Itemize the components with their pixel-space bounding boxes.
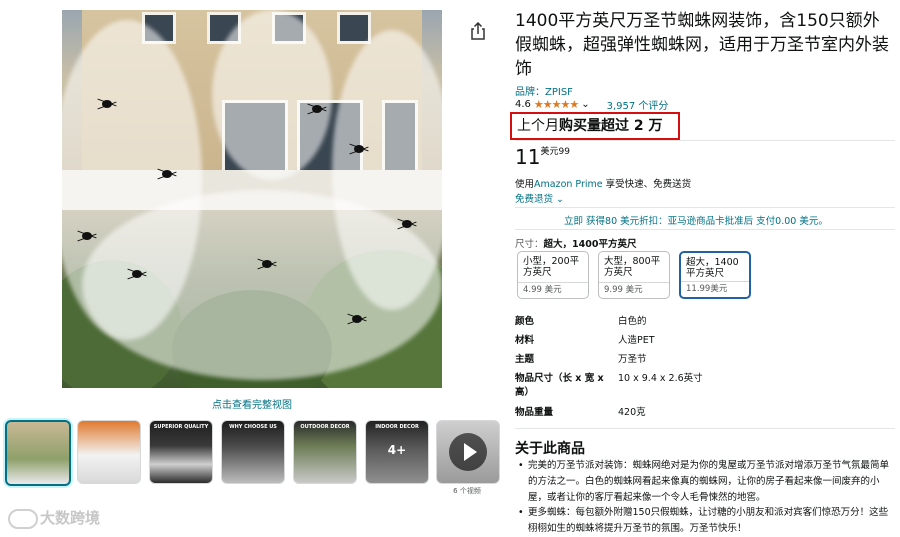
spec-value-dimensions: 10 x 9.4 x 2.6英寸 [618, 373, 703, 384]
free-returns-link[interactable]: 免费退货 ⌄ [515, 191, 564, 205]
prime-delivery-line: 使用Amazon Prime 享受快速、免费送货 [515, 176, 691, 190]
video-thumbnail[interactable] [436, 420, 500, 484]
size-option-xlarge[interactable]: 超大，1400平方英尺 11.99美元 [679, 251, 751, 299]
size-option-price: 4.99 美元 [518, 282, 588, 298]
size-option-small[interactable]: 小型，200平方英尺 4.99 美元 [517, 251, 589, 299]
product-title: 1400平方英尺万圣节蜘蛛网装饰，含150只额外假蜘蛛，超强弹性蜘蛛网，适用于万… [515, 11, 889, 79]
bought-prefix: 上个月 [517, 118, 559, 134]
spec-value-weight: 420克 [618, 407, 646, 418]
divider [515, 140, 895, 141]
price-whole: 11 [515, 145, 541, 169]
rating-count-link[interactable]: 3,957 个评分 [607, 97, 669, 112]
prime-suffix: 享受快速、免费送货 [602, 179, 692, 190]
free-returns-label: 免费退货 [515, 194, 554, 205]
divider [515, 207, 895, 208]
size-option-large[interactable]: 大型，800平方英尺 9.99 美元 [598, 251, 670, 299]
thumbnail-6[interactable]: INDOOR DECOR 4+ [365, 420, 429, 484]
bought-count: 购买量超过 2 万 [559, 118, 663, 134]
share-icon[interactable] [470, 22, 486, 40]
prime-link[interactable]: Amazon Prime [534, 179, 603, 190]
thumbnail-label: OUTDOOR DECOR [300, 424, 350, 430]
size-option-price: 11.99美元 [681, 281, 749, 297]
rating-value: 4.6 [515, 99, 531, 110]
thumbnail-1[interactable] [5, 420, 71, 486]
view-full-image-link[interactable]: 点击查看完整视图 [62, 396, 442, 411]
price: 11美元99 [515, 145, 570, 169]
watermark-text: 大数跨境 [40, 509, 101, 527]
price-fraction: 99 [558, 147, 570, 158]
about-bullet: 更多蜘蛛：每包额外附赠150只假蜘蛛，让讨糖的小朋友和派对宾客们惊恐万分！这些栩… [518, 505, 896, 537]
size-option-price: 9.99 美元 [599, 282, 669, 298]
size-selection-label: 尺寸：超大，1400平方英尺 [515, 236, 636, 250]
spec-value-material: 人造PET [618, 335, 655, 346]
size-label: 尺寸： [515, 239, 544, 250]
about-bullet: 完美的万圣节派对装饰：蜘蛛网绝对是为你的鬼屋或万圣节派对增添万圣节气氛最简单的方… [518, 458, 896, 506]
size-option-name: 大型，800平方英尺 [604, 256, 661, 278]
spec-key-weight: 物品重量 [515, 407, 554, 418]
play-icon [449, 433, 487, 471]
more-images-count: 4+ [387, 443, 407, 457]
divider [515, 229, 895, 230]
brand-link[interactable]: 品牌：ZPISF [515, 83, 573, 98]
thumbnail-2[interactable] [77, 420, 141, 484]
prime-prefix: 使用 [515, 179, 535, 190]
thumbnail-4[interactable]: WHY CHOOSE US [221, 420, 285, 484]
price-currency: 美元 [540, 147, 559, 158]
chevron-down-icon: ⌄ [553, 194, 564, 205]
divider [515, 428, 895, 429]
spec-key-color: 颜色 [515, 316, 535, 327]
thumbnail-label: SUPERIOR QUALITY [153, 424, 209, 430]
video-count-label: 6 个视频 [453, 487, 481, 495]
about-heading: 关于此商品 [515, 441, 585, 457]
spec-key-theme: 主题 [515, 354, 535, 365]
watermark-logo-icon [8, 509, 38, 529]
spec-key-dimensions: 物品尺寸（长 x 宽 x 高） [515, 373, 604, 398]
thumbnail-5[interactable]: OUTDOOR DECOR [293, 420, 357, 484]
main-product-image[interactable] [62, 10, 442, 388]
size-option-name: 小型，200平方英尺 [523, 256, 580, 278]
thumbnail-3[interactable]: SUPERIOR QUALITY [149, 420, 213, 484]
spec-value-color: 白色的 [618, 316, 647, 327]
size-selected-value: 超大，1400平方英尺 [543, 239, 637, 250]
bought-count-badge: 上个月购买量超过 2 万 [510, 112, 680, 140]
spec-key-material: 材料 [515, 335, 535, 346]
thumbnail-label: WHY CHOOSE US [229, 424, 277, 430]
size-option-name: 超大，1400平方英尺 [686, 257, 739, 279]
chevron-down-icon[interactable]: ⌄ [581, 99, 589, 110]
rating-row: 4.6 ★★★★★ ⌄ 3,957 个评分 [515, 97, 668, 112]
star-rating-icon[interactable]: ★★★★★ [534, 98, 579, 111]
credit-card-offer-link[interactable]: 立即 获得80 美元折扣：亚马逊商品卡批准后 支付0.00 美元。 [564, 213, 828, 227]
spec-value-theme: 万圣节 [618, 354, 647, 365]
thumbnail-label: INDOOR DECOR [375, 424, 419, 430]
